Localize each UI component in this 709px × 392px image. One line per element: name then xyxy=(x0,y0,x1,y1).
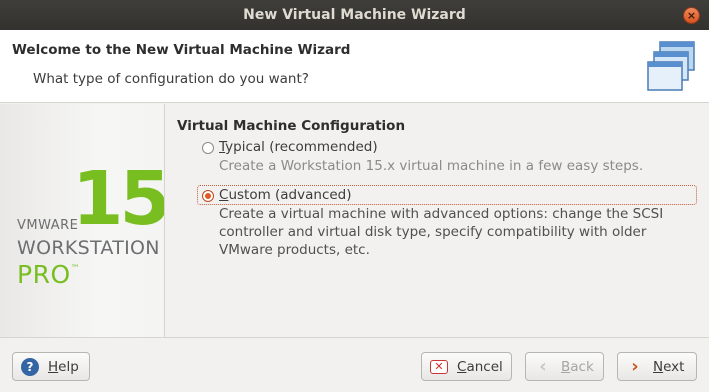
back-label-text: ack xyxy=(570,358,594,375)
next-arrow-icon: › xyxy=(631,356,639,377)
help-button[interactable]: ? Help xyxy=(12,352,90,381)
custom-description: Create a virtual machine with advanced o… xyxy=(219,206,664,258)
cancel-label-text: ancel xyxy=(466,358,503,375)
next-button[interactable]: › Next xyxy=(617,352,697,381)
version-number: 15 xyxy=(72,156,165,242)
close-button[interactable]: × xyxy=(683,7,700,24)
back-arrow-icon: ‹ xyxy=(539,356,547,377)
typical-label-text: ypical (recommended) xyxy=(225,139,378,155)
page-title: Welcome to the New Virtual Machine Wizar… xyxy=(12,42,351,58)
trademark-symbol: ™ xyxy=(70,264,81,274)
cancel-button[interactable]: ✕ Cancel xyxy=(421,352,512,381)
next-mnemonic: N xyxy=(653,358,664,375)
help-mnemonic: H xyxy=(48,358,59,375)
configuration-panel: Virtual Machine Configuration Typical (r… xyxy=(166,104,709,337)
cancel-label: Cancel xyxy=(457,359,503,375)
help-label: Help xyxy=(48,359,79,375)
back-button[interactable]: ‹ Back xyxy=(525,352,604,381)
help-icon: ? xyxy=(21,357,39,376)
brand-edition-text: PRO xyxy=(17,260,71,289)
close-icon: × xyxy=(686,9,697,22)
wizard-header: Welcome to the New Virtual Machine Wizar… xyxy=(0,30,709,103)
typical-description: Create a Workstation 15.x virtual machin… xyxy=(219,158,644,174)
product-branding-panel: 15 VMWARE WORKSTATION PRO™ xyxy=(0,104,165,337)
window-title: New Virtual Machine Wizard xyxy=(243,7,466,23)
back-mnemonic: B xyxy=(561,358,571,375)
custom-label-text: ustom (advanced) xyxy=(228,187,352,203)
button-bar: ? Help ✕ Cancel ‹ Back › Next xyxy=(0,337,709,392)
page-subtitle: What type of configuration do you want? xyxy=(33,71,309,87)
next-label-text: ext xyxy=(663,358,685,375)
help-label-text: elp xyxy=(58,358,79,375)
typical-label[interactable]: Typical (recommended) xyxy=(219,139,378,155)
cancel-icon: ✕ xyxy=(430,359,448,374)
typical-radio[interactable] xyxy=(202,142,214,154)
back-label: Back xyxy=(561,359,594,375)
next-label: Next xyxy=(653,359,684,375)
custom-label[interactable]: Custom (advanced) xyxy=(219,187,352,203)
section-title: Virtual Machine Configuration xyxy=(177,118,406,134)
title-bar: New Virtual Machine Wizard × xyxy=(0,0,709,30)
brand-product: WORKSTATION xyxy=(17,237,160,259)
brand-edition: PRO™ xyxy=(17,260,80,289)
brand-vendor: VMWARE xyxy=(17,218,79,233)
stacked-windows-icon xyxy=(647,41,695,91)
custom-radio[interactable] xyxy=(202,190,214,202)
